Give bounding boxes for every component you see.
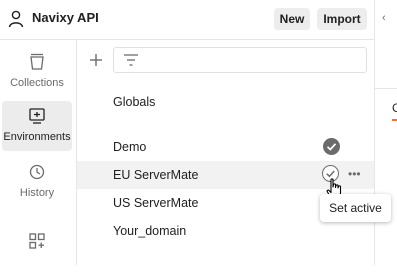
divider (375, 88, 397, 89)
sidebar-item-history[interactable]: History (2, 157, 72, 207)
search-input[interactable] (113, 47, 367, 73)
filter-icon (124, 54, 138, 66)
collections-icon (30, 53, 44, 70)
configure-workbench-icon (29, 233, 45, 249)
environments-icon (29, 108, 45, 124)
sidebar-item-collections[interactable]: Collections (2, 47, 72, 97)
active-check-icon[interactable] (323, 138, 340, 155)
user-icon (8, 10, 24, 28)
sidebar-item-configure[interactable] (2, 226, 72, 276)
new-button[interactable]: New (274, 8, 310, 30)
globals-label: Globals (113, 95, 156, 109)
history-icon (29, 164, 45, 180)
import-button[interactable]: Import (317, 8, 367, 30)
right-pane-tab-label[interactable]: G (392, 101, 397, 115)
environment-name: Demo (113, 140, 147, 154)
more-options-icon[interactable]: ••• (348, 167, 361, 181)
environment-name: US ServerMate (113, 196, 199, 210)
environment-name: EU ServerMate (113, 168, 199, 182)
sidebar-item-label: Collections (10, 77, 64, 89)
globals-item[interactable]: Globals (77, 88, 374, 116)
chevron-left-icon[interactable]: ‹ (382, 12, 386, 24)
tooltip: Set active (320, 194, 391, 222)
environment-name: Your_domain (113, 224, 187, 238)
plus-icon[interactable] (88, 52, 104, 68)
sidebar-item-environments[interactable]: Environments (2, 101, 72, 151)
active-tab-indicator (392, 119, 397, 121)
right-pane (374, 0, 397, 265)
workspace-title[interactable]: Navixy API (32, 10, 99, 25)
sidebar-item-label: Environments (3, 131, 71, 143)
sidebar-item-label: History (19, 187, 55, 199)
